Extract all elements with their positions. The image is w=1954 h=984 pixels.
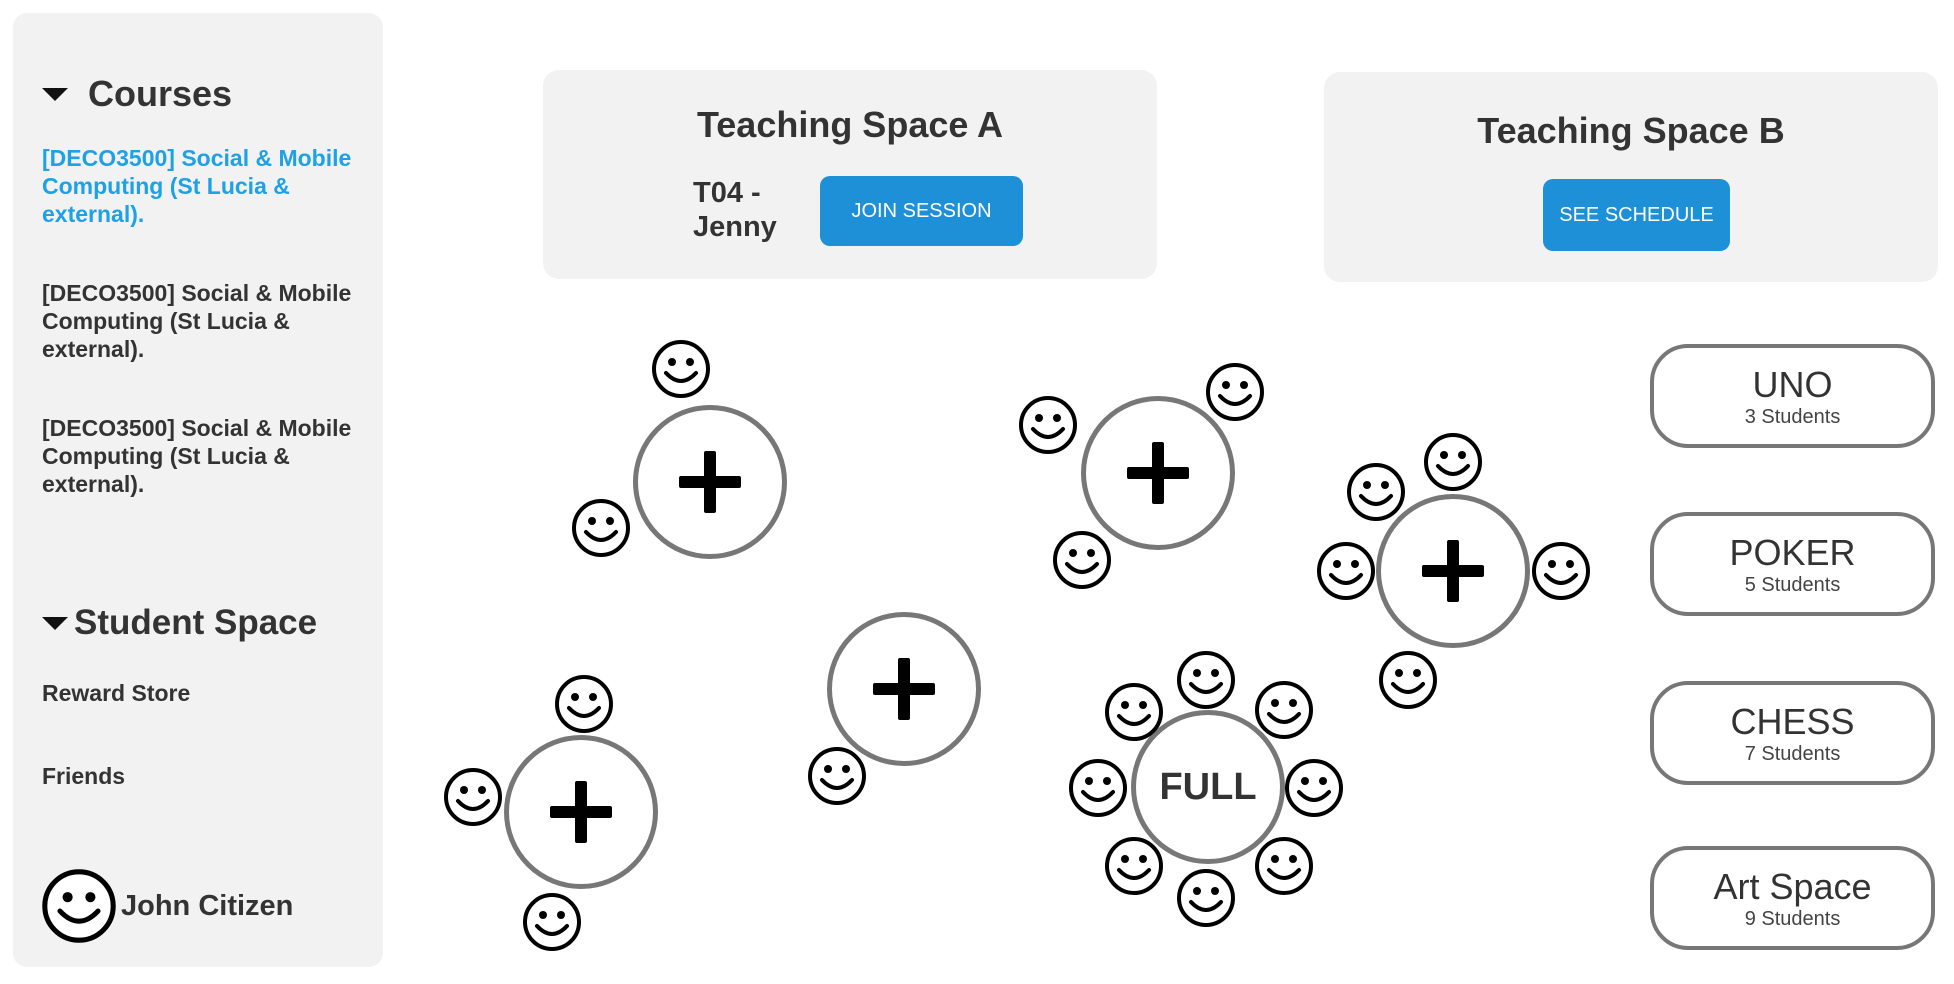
teaching-space-b-title: Teaching Space B <box>1477 110 1785 151</box>
smiley-student-icon <box>1255 681 1313 739</box>
smiley-student-icon <box>1177 651 1235 709</box>
student-space-section-toggle[interactable]: Student Space <box>42 603 317 643</box>
room-name: UNO <box>1752 364 1833 405</box>
user-profile[interactable]: John Citizen <box>41 868 293 944</box>
room-student-count: 7 Students <box>1744 743 1841 765</box>
plus-icon <box>1422 540 1484 602</box>
smiley-student-icon <box>523 893 581 951</box>
smiley-avatar-icon <box>42 869 116 943</box>
game-room-poker[interactable]: POKER 5 Students <box>1650 512 1935 616</box>
game-room-chess[interactable]: CHESS 7 Students <box>1650 681 1935 785</box>
teaching-space-a-panel: Teaching Space A T04 - Jenny JOIN SESSIO… <box>543 70 1157 279</box>
room-student-count: 9 Students <box>1744 908 1841 930</box>
game-room-uno[interactable]: UNO 3 Students <box>1650 344 1935 448</box>
smiley-student-icon <box>1019 396 1077 454</box>
user-name: John Citizen <box>121 889 294 922</box>
table-join-5[interactable] <box>504 735 658 889</box>
reward-store-link[interactable]: Reward Store <box>42 680 190 707</box>
smiley-student-icon <box>808 747 866 805</box>
smiley-student-icon <box>1424 433 1482 491</box>
see-schedule-button[interactable]: SEE SCHEDULE <box>1543 179 1730 251</box>
smiley-student-icon <box>1177 869 1235 927</box>
smiley-student-icon <box>444 768 502 826</box>
caret-down-icon <box>42 616 68 630</box>
smiley-student-icon <box>1379 651 1437 709</box>
smiley-student-icon <box>572 499 630 557</box>
table-join-4[interactable] <box>827 612 981 766</box>
smiley-student-icon <box>1532 542 1590 600</box>
smiley-student-icon <box>1255 837 1313 895</box>
smiley-student-icon <box>1105 683 1163 741</box>
teaching-space-a-title: Teaching Space A <box>696 104 1004 145</box>
full-label: FULL <box>1159 765 1257 808</box>
room-student-count: 3 Students <box>1744 406 1841 428</box>
room-name: POKER <box>1729 532 1856 573</box>
caret-down-icon <box>42 87 68 101</box>
plus-icon <box>550 781 612 843</box>
smiley-student-icon <box>1285 759 1343 817</box>
smiley-student-icon <box>1105 837 1163 895</box>
session-label: T04 - Jenny <box>693 177 777 243</box>
smiley-student-icon <box>1053 531 1111 589</box>
plus-icon <box>873 658 935 720</box>
student-space-heading: Student Space <box>74 603 318 642</box>
sidebar: Courses [DECO3500] Social & Mobile Compu… <box>13 13 383 967</box>
course-link-1[interactable]: [DECO3500] Social & Mobile Computing (St… <box>42 144 372 228</box>
room-name: Art Space <box>1713 866 1872 907</box>
smiley-student-icon <box>555 675 613 733</box>
friends-link[interactable]: Friends <box>42 763 125 790</box>
room-name: CHESS <box>1730 701 1855 742</box>
game-room-art-space[interactable]: Art Space 9 Students <box>1650 846 1935 950</box>
room-student-count: 5 Students <box>1744 574 1841 596</box>
table-join-1[interactable] <box>633 405 787 559</box>
plus-icon <box>1127 442 1189 504</box>
plus-icon <box>679 451 741 513</box>
course-link-2[interactable]: [DECO3500] Social & Mobile Computing (St… <box>42 279 372 363</box>
join-session-button[interactable]: JOIN SESSION <box>820 176 1023 246</box>
smiley-student-icon <box>1317 542 1375 600</box>
smiley-student-icon <box>652 340 710 398</box>
smiley-student-icon <box>1206 363 1264 421</box>
courses-section-toggle[interactable]: Courses <box>42 73 232 115</box>
teaching-space-b-panel: Teaching Space B SEE SCHEDULE <box>1324 72 1938 282</box>
smiley-student-icon <box>1347 463 1405 521</box>
smiley-student-icon <box>1069 759 1127 817</box>
course-link-3[interactable]: [DECO3500] Social & Mobile Computing (St… <box>42 414 372 498</box>
courses-heading: Courses <box>88 73 233 114</box>
